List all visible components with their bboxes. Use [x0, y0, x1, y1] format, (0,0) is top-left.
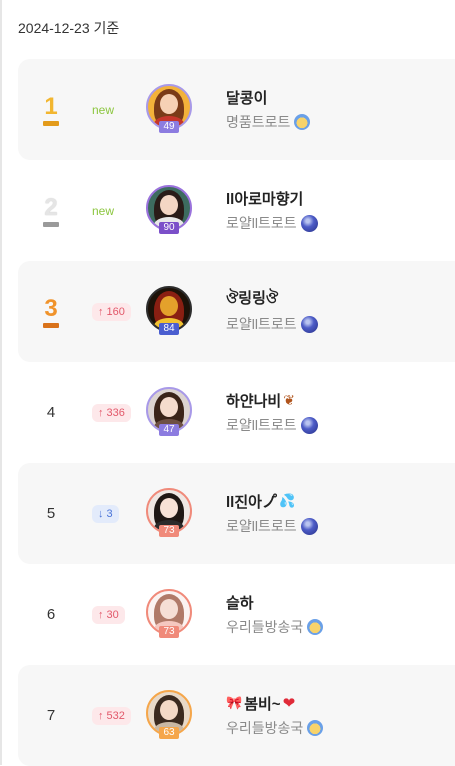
- arrow-down-icon: ↓: [98, 507, 104, 520]
- rank-change: ↑ 532: [92, 665, 131, 766]
- rank-number: 5: [46, 505, 56, 522]
- silver-trophy-icon: 2: [41, 194, 61, 227]
- level-badge: 47: [159, 424, 179, 436]
- ranking-date: 2024-12-23 기준: [18, 20, 120, 36]
- rank-cell: 6: [18, 564, 84, 665]
- avatar[interactable]: 49: [146, 84, 192, 133]
- rank-change: new: [92, 160, 114, 261]
- globe-icon: [300, 416, 318, 434]
- level-badge: 90: [159, 222, 179, 234]
- rank-change: ↑ 336: [92, 362, 131, 463]
- avatar[interactable]: 63: [146, 690, 192, 739]
- broadcaster-name[interactable]: ঔ링링ঔ: [226, 289, 318, 309]
- level-badge: 73: [159, 626, 179, 638]
- screaming-face-icon: [307, 619, 324, 635]
- ranking-row[interactable]: 3 ↑ 160 84 ঔ링링ঔ 로얄ll트로트: [18, 261, 455, 362]
- station-name[interactable]: 로얄ll트로트: [226, 213, 318, 233]
- rank-change: ↑ 160: [92, 261, 131, 362]
- rank-change: new: [92, 59, 114, 160]
- rank-number: 7: [46, 707, 56, 724]
- ranking-row[interactable]: 4 ↑ 336 47 하얀나비 ❦ 로얄ll트로트: [18, 362, 455, 463]
- ranking-row[interactable]: 7 ↑ 532 63 🎀 봄비~ ❤ 우리들방송국: [18, 665, 455, 766]
- rank-cell: 1: [18, 59, 84, 160]
- broadcaster-name[interactable]: 하얀나비 ❦: [226, 390, 318, 410]
- globe-icon: [300, 517, 318, 535]
- heart-icon: ❤: [282, 695, 296, 712]
- rank-cell: 5: [18, 463, 84, 564]
- rank-up-badge: ↑ 532: [92, 706, 131, 725]
- ranking-row[interactable]: 5 ↓ 3 73 ll진아ノ゚ 💦 로얄ll트로트: [18, 463, 455, 564]
- station-name[interactable]: 로얄ll트로트: [226, 516, 318, 536]
- avatar[interactable]: 84: [146, 286, 192, 335]
- avatar[interactable]: 73: [146, 488, 192, 537]
- broadcaster-name[interactable]: ll진아ノ゚ 💦: [226, 491, 318, 511]
- droplets-icon: 💦: [278, 493, 296, 508]
- new-label: new: [92, 203, 115, 218]
- gold-trophy-icon: 1: [41, 93, 61, 126]
- level-badge: 49: [159, 121, 179, 133]
- rank-cell: 4: [18, 362, 84, 463]
- level-badge: 84: [159, 323, 179, 335]
- left-divider: [0, 0, 2, 765]
- rank-down-badge: ↓ 3: [92, 504, 119, 523]
- screaming-face-icon: [294, 114, 311, 130]
- ranking-row[interactable]: 2 new 90 ll아로마향기 로얄ll트로트: [18, 160, 455, 261]
- station-name[interactable]: 우리들방송국: [226, 617, 324, 637]
- rank-number: 6: [46, 606, 56, 623]
- level-badge: 73: [159, 525, 179, 537]
- screaming-face-icon: [307, 720, 324, 736]
- broadcaster-name[interactable]: 달콩이: [226, 87, 310, 107]
- station-name[interactable]: 우리들방송국: [226, 718, 324, 738]
- rank-change: ↑ 30: [92, 564, 125, 665]
- globe-icon: [300, 214, 318, 232]
- rank-change: ↓ 3: [92, 463, 119, 564]
- arrow-up-icon: ↑: [98, 406, 104, 419]
- broadcaster-name[interactable]: 슬하: [226, 592, 323, 612]
- arrow-up-icon: ↑: [98, 305, 104, 318]
- rank-cell: 7: [18, 665, 84, 766]
- rank-number: 4: [46, 404, 56, 421]
- butterfly-icon: ❦: [283, 391, 295, 408]
- avatar[interactable]: 47: [146, 387, 192, 436]
- new-label: new: [92, 102, 115, 117]
- broadcaster-name[interactable]: ll아로마향기: [226, 188, 318, 208]
- arrow-up-icon: ↑: [98, 608, 104, 621]
- avatar[interactable]: 90: [146, 185, 192, 234]
- avatar[interactable]: 73: [146, 589, 192, 638]
- broadcaster-name[interactable]: 🎀 봄비~ ❤: [226, 693, 323, 713]
- rank-up-badge: ↑ 336: [92, 403, 131, 422]
- ribbon-icon: 🎀: [226, 695, 243, 710]
- rank-up-badge: ↑ 160: [92, 302, 131, 321]
- station-name[interactable]: 명품트로트: [226, 112, 311, 132]
- rank-up-badge: ↑ 30: [92, 605, 125, 624]
- rank-cell: 2: [18, 160, 84, 261]
- ranking-row[interactable]: 6 ↑ 30 73 슬하 우리들방송국: [18, 564, 455, 665]
- bronze-trophy-icon: 3: [41, 295, 61, 328]
- ranking-list: 1 new 49 달콩이 명품트로트 2 new 90 ll아로마향기 로얄ll…: [18, 59, 455, 766]
- level-badge: 63: [159, 727, 179, 739]
- station-name[interactable]: 로얄ll트로트: [226, 415, 318, 435]
- globe-icon: [300, 315, 318, 333]
- rank-cell: 3: [18, 261, 84, 362]
- ranking-row[interactable]: 1 new 49 달콩이 명품트로트: [18, 59, 455, 160]
- station-name[interactable]: 로얄ll트로트: [226, 314, 318, 334]
- arrow-up-icon: ↑: [98, 709, 104, 722]
